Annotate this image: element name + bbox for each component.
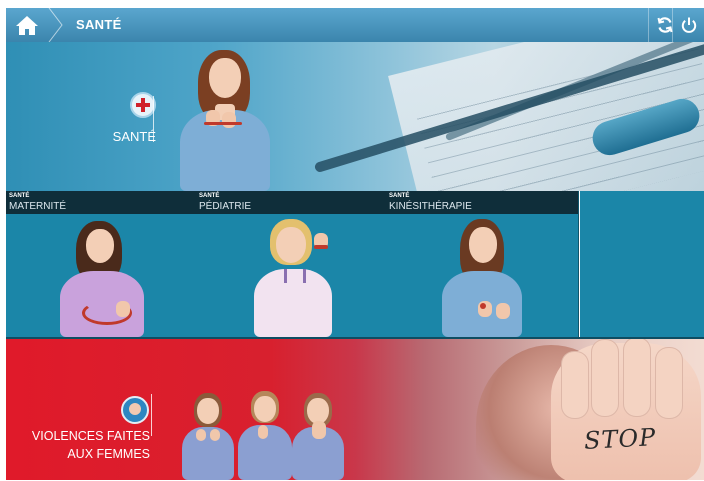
breadcrumb-separator [48, 8, 63, 42]
signer-illustration [438, 219, 528, 337]
tile-pediatrie[interactable]: SANTÉ PÉDIATRIE [196, 191, 387, 337]
banner-divider [151, 394, 152, 436]
signer-illustration [176, 48, 276, 191]
violences-banner[interactable]: STOP VIOLENCES FAITES AUX FEMMES [6, 339, 704, 480]
banner-photo-hand [551, 339, 701, 480]
tile-empty [580, 191, 704, 337]
hero-label: SANTÉ [112, 129, 156, 144]
app-frame: SANTÉ SANTÉ SANTÉ MATERNITÉ SANTÉ PÉDIAT… [6, 8, 704, 480]
sante-hero-card[interactable]: SANTÉ [6, 42, 704, 191]
tile-category: SANTÉ [389, 193, 410, 199]
signer-illustration [238, 391, 292, 480]
tile-title: MATERNITÉ [9, 201, 67, 212]
signer-illustration [292, 393, 344, 480]
woman-avatar-icon [121, 396, 149, 424]
power-button[interactable] [672, 8, 704, 42]
banner-label-line2: AUX FEMMES [67, 447, 150, 461]
tile-header: SANTÉ KINÉSITHÉRAPIE [386, 191, 578, 214]
home-button[interactable] [6, 8, 48, 42]
power-icon [681, 17, 697, 33]
signer-illustration [250, 219, 336, 337]
signer-illustration [182, 393, 234, 480]
tile-title: KINÉSITHÉRAPIE [389, 201, 472, 212]
home-icon [16, 16, 38, 35]
banner-label-line1: VIOLENCES FAITES [31, 429, 150, 443]
stop-text: STOP [583, 423, 657, 455]
banner-label: VIOLENCES FAITES AUX FEMMES [16, 427, 150, 463]
hero-divider [153, 96, 154, 142]
tile-title: PÉDIATRIE [199, 201, 252, 212]
signer-illustration [58, 221, 146, 337]
tile-header: SANTÉ MATERNITÉ [6, 191, 196, 214]
top-bar: SANTÉ [6, 8, 704, 42]
tile-maternite[interactable]: SANTÉ MATERNITÉ [6, 191, 197, 337]
tile-header: SANTÉ PÉDIATRIE [196, 191, 386, 214]
hero-caption: SANTÉ [86, 92, 156, 144]
subcategory-grid: SANTÉ MATERNITÉ SANTÉ PÉDIATRIE SANTÉ KI… [6, 191, 704, 339]
tile-category: SANTÉ [9, 193, 30, 199]
tile-kinesitherapie[interactable]: SANTÉ KINÉSITHÉRAPIE [386, 191, 579, 337]
page-title: SANTÉ [76, 17, 122, 32]
tile-category: SANTÉ [199, 193, 220, 199]
